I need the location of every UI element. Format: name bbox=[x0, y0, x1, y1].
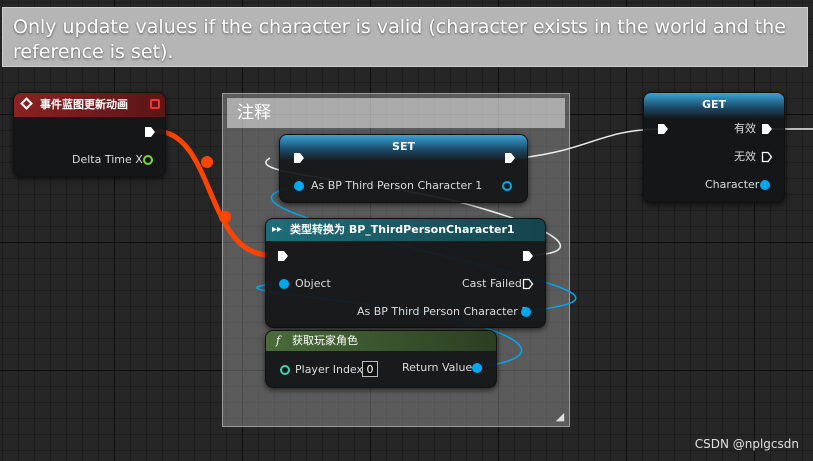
event-delegate-pin[interactable] bbox=[150, 99, 160, 109]
cast-exec-out-pin[interactable] bbox=[522, 250, 534, 262]
get-invalid-pin[interactable] bbox=[761, 151, 773, 163]
get-exec-in-pin[interactable] bbox=[657, 123, 669, 135]
cast-object-pin[interactable] bbox=[279, 279, 289, 289]
get-invalid-label: 无效 bbox=[734, 150, 756, 163]
cast-result-pin[interactable] bbox=[521, 307, 531, 317]
get-valid-label: 有效 bbox=[734, 122, 756, 135]
get-valid-pin[interactable] bbox=[761, 123, 773, 135]
get-node-header: GET bbox=[644, 93, 784, 119]
player-index-label: Player Index bbox=[295, 363, 364, 376]
watermark: CSDN @nplgcsdn bbox=[694, 437, 799, 451]
set-var-label: As BP Third Person Character 1 bbox=[311, 179, 483, 192]
cast-icon: ▸▸ bbox=[272, 224, 283, 235]
set-var-out-pin[interactable] bbox=[502, 181, 512, 191]
get-node-title: GET bbox=[701, 98, 727, 111]
player-index-input[interactable]: 0 bbox=[362, 361, 378, 377]
cast-object-label: Object bbox=[295, 277, 331, 290]
function-icon: f bbox=[276, 334, 281, 347]
wire-knot-1[interactable] bbox=[201, 156, 213, 168]
set-node-title: SET bbox=[392, 140, 415, 153]
return-value-pin[interactable] bbox=[472, 363, 482, 373]
cast-node[interactable]: ▸▸ 类型转换为 BP_ThirdPersonCharacter1 Object… bbox=[265, 218, 546, 328]
comment-banner-text: Only update values if the character is v… bbox=[13, 16, 786, 63]
player-index-pin[interactable] bbox=[280, 365, 290, 375]
cast-failed-pin[interactable] bbox=[522, 278, 534, 290]
cast-exec-in-pin[interactable] bbox=[277, 250, 289, 262]
resize-grip-icon[interactable]: ◢ bbox=[554, 411, 566, 423]
event-icon bbox=[20, 97, 33, 110]
set-node-header: SET bbox=[280, 135, 527, 161]
set-var-in-pin[interactable] bbox=[294, 181, 304, 191]
cast-node-header: ▸▸ 类型转换为 BP_ThirdPersonCharacter1 bbox=[266, 219, 545, 241]
set-node[interactable]: SET As BP Third Person Character 1 bbox=[279, 134, 528, 203]
get-player-node-title: 获取玩家角色 bbox=[292, 334, 358, 347]
set-exec-out-pin[interactable] bbox=[504, 152, 516, 164]
comment-title[interactable]: 注释 bbox=[227, 98, 565, 128]
return-value-label: Return Value bbox=[402, 361, 473, 374]
comment-banner[interactable]: Only update values if the character is v… bbox=[2, 7, 808, 67]
delta-time-label: Delta Time X bbox=[72, 153, 143, 166]
event-node[interactable]: 事件蓝图更新动画 Delta Time X bbox=[13, 92, 166, 177]
set-exec-in-pin[interactable] bbox=[293, 152, 305, 164]
get-node[interactable]: GET 有效 无效 Character bbox=[643, 92, 785, 203]
get-player-character-node[interactable]: f 获取玩家角色 Player Index 0 Return Value bbox=[265, 330, 497, 388]
delta-time-pin[interactable] bbox=[143, 155, 153, 165]
event-node-title: 事件蓝图更新动画 bbox=[40, 98, 128, 111]
event-exec-out-pin[interactable] bbox=[144, 126, 156, 138]
cast-failed-label: Cast Failed bbox=[462, 277, 522, 290]
cast-result-label: As BP Third Person Character 1 bbox=[357, 305, 529, 318]
cast-node-title: 类型转换为 BP_ThirdPersonCharacter1 bbox=[290, 223, 515, 236]
event-node-header: 事件蓝图更新动画 bbox=[14, 93, 165, 117]
get-character-label: Character bbox=[705, 178, 760, 191]
get-player-node-header: f 获取玩家角色 bbox=[266, 331, 496, 351]
get-character-pin[interactable] bbox=[760, 180, 770, 190]
